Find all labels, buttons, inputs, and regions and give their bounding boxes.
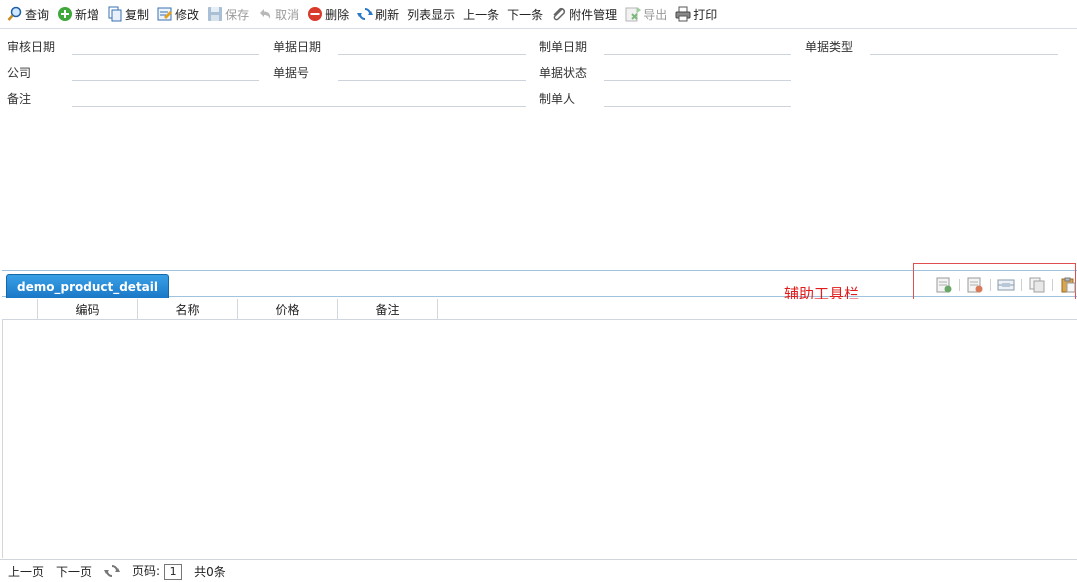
next-page-button[interactable]: 下一页 bbox=[56, 563, 92, 580]
save-button[interactable]: 保存 bbox=[205, 3, 251, 25]
query-label: 查询 bbox=[25, 7, 50, 22]
create-date-field[interactable] bbox=[604, 31, 791, 55]
total-count: 共0条 bbox=[194, 564, 226, 579]
doc-type-label: 单据类型 bbox=[805, 40, 854, 54]
attachments-button[interactable]: 附件管理 bbox=[549, 3, 619, 25]
print-button[interactable]: 打印 bbox=[673, 3, 719, 25]
add-label: 新增 bbox=[75, 7, 100, 22]
copy-button[interactable]: 复制 bbox=[105, 3, 151, 25]
add-row-icon bbox=[936, 277, 952, 293]
company-label: 公司 bbox=[7, 66, 32, 80]
export-label: 导出 bbox=[643, 7, 668, 22]
page-label: 页码: bbox=[132, 564, 161, 578]
tab-demo-product-detail[interactable]: demo_product_detail bbox=[6, 274, 169, 298]
paperclip-icon bbox=[553, 7, 566, 21]
create-date-label: 制单日期 bbox=[539, 40, 588, 54]
refresh-icon[interactable] bbox=[104, 563, 121, 579]
column-header-name[interactable]: 名称 bbox=[138, 299, 238, 320]
copy-row-button[interactable] bbox=[1026, 276, 1048, 294]
attachments-label: 附件管理 bbox=[569, 7, 618, 22]
delete-button[interactable]: 删除 bbox=[305, 3, 351, 25]
doc-type-field[interactable] bbox=[870, 31, 1058, 55]
doc-date-label: 单据日期 bbox=[273, 40, 322, 54]
list-view-label: 列表显示 bbox=[407, 7, 456, 22]
page-number-input[interactable]: 1 bbox=[164, 564, 183, 580]
separator bbox=[990, 279, 991, 291]
paste-row-button[interactable] bbox=[1057, 276, 1077, 294]
delete-row-button[interactable] bbox=[964, 276, 986, 294]
column-header-remark[interactable]: 备注 bbox=[338, 299, 438, 320]
prev-record-label: 上一条 bbox=[463, 7, 500, 22]
column-header-code[interactable]: 编码 bbox=[38, 299, 138, 320]
cancel-label: 取消 bbox=[275, 7, 300, 22]
remark-label: 备注 bbox=[7, 92, 32, 106]
tab-label: demo_product_detail bbox=[17, 279, 158, 294]
doc-no-label: 单据号 bbox=[273, 66, 310, 80]
prev-record-button[interactable]: 上一条 bbox=[461, 3, 501, 25]
paste-icon bbox=[1061, 277, 1076, 293]
edit-button[interactable]: 修改 bbox=[155, 3, 201, 25]
edit-icon bbox=[157, 7, 173, 21]
page-number-group: 页码: 1 bbox=[132, 562, 183, 580]
creator-label: 制单人 bbox=[539, 92, 576, 106]
query-button[interactable]: 查询 bbox=[5, 3, 51, 25]
refresh-icon bbox=[357, 8, 374, 20]
company-field[interactable] bbox=[72, 57, 259, 81]
table-edit-icon bbox=[997, 279, 1015, 291]
remark-field[interactable] bbox=[72, 83, 526, 107]
detail-grid-header: 编码 名称 价格 备注 bbox=[2, 299, 1077, 320]
edit-label: 修改 bbox=[175, 7, 200, 22]
pager: 上一页 下一页 页码: 1 共0条 bbox=[0, 559, 1077, 582]
header-form: 审核日期 单据日期 制单日期 单据类型 公司 单据号 单据状态 备注 制单人 bbox=[0, 30, 1077, 270]
audit-date-label: 审核日期 bbox=[7, 40, 56, 54]
prev-page-button[interactable]: 上一页 bbox=[8, 563, 44, 580]
save-icon bbox=[208, 7, 223, 21]
detail-grid-body[interactable] bbox=[2, 320, 1077, 558]
print-label: 打印 bbox=[693, 7, 718, 22]
delete-label: 删除 bbox=[325, 7, 350, 22]
cancel-button[interactable]: 取消 bbox=[255, 3, 301, 25]
next-record-label: 下一条 bbox=[507, 7, 544, 22]
doc-status-field[interactable] bbox=[604, 57, 791, 81]
creator-field[interactable] bbox=[604, 83, 791, 107]
add-button[interactable]: 新增 bbox=[55, 3, 101, 25]
separator bbox=[1021, 279, 1022, 291]
plus-circle-icon bbox=[58, 7, 73, 21]
add-row-button[interactable] bbox=[933, 276, 955, 294]
copy-icon bbox=[108, 6, 122, 22]
separator bbox=[959, 279, 960, 291]
refresh-button[interactable]: 刷新 bbox=[355, 3, 401, 25]
delete-row-icon bbox=[967, 277, 983, 293]
doc-date-field[interactable] bbox=[338, 31, 526, 55]
separator bbox=[1052, 279, 1053, 291]
export-button[interactable]: 导出 bbox=[623, 3, 669, 25]
audit-date-field[interactable] bbox=[72, 31, 259, 55]
save-label: 保存 bbox=[225, 7, 250, 22]
copy-label: 复制 bbox=[125, 7, 150, 22]
copy-row-icon bbox=[1029, 277, 1045, 293]
next-record-button[interactable]: 下一条 bbox=[505, 3, 545, 25]
printer-icon bbox=[675, 6, 691, 22]
doc-no-field[interactable] bbox=[338, 57, 526, 81]
minus-circle-icon bbox=[308, 7, 323, 21]
row-number-header bbox=[2, 299, 38, 320]
refresh-label: 刷新 bbox=[375, 7, 400, 22]
main-toolbar: 查询 新增 复制 修改 保存 取消 删除 刷新 列表显示 上一条 下一条 附件管… bbox=[0, 0, 1077, 29]
search-icon bbox=[7, 6, 22, 21]
edit-row-button[interactable] bbox=[995, 276, 1017, 294]
undo-icon bbox=[260, 9, 271, 19]
doc-status-label: 单据状态 bbox=[539, 66, 588, 80]
column-header-price[interactable]: 价格 bbox=[238, 299, 338, 320]
excel-export-icon bbox=[625, 7, 642, 22]
list-view-button[interactable]: 列表显示 bbox=[405, 3, 457, 25]
helper-toolbar bbox=[933, 276, 1077, 294]
